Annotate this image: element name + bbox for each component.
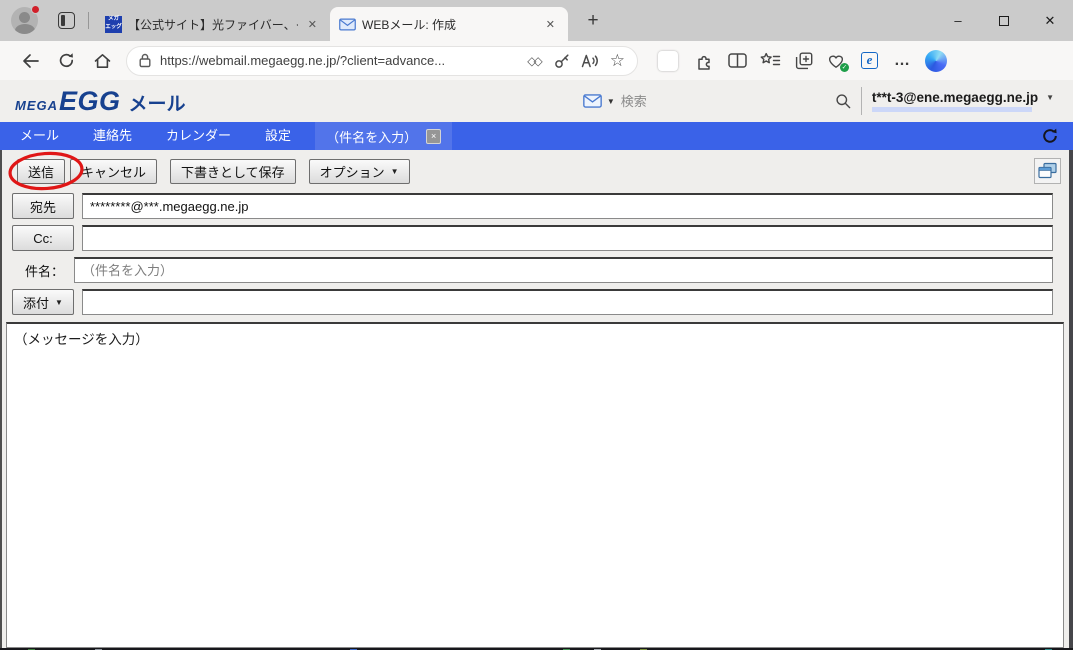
to-row: 宛先 xyxy=(12,193,1053,219)
minimize-button[interactable]: – xyxy=(935,0,981,41)
attach-caret-icon: ▼ xyxy=(55,298,63,307)
compose-tab-label: （件名を入力） xyxy=(326,127,417,146)
split-screen-icon[interactable] xyxy=(721,46,754,76)
tab-close-icon[interactable]: ✕ xyxy=(304,16,321,33)
settings-menu-icon[interactable]: … xyxy=(886,46,919,76)
search-magnifier-icon[interactable] xyxy=(835,93,851,109)
search-scope-envelope-icon[interactable] xyxy=(583,94,602,108)
read-aloud-icon[interactable] xyxy=(581,53,599,68)
search-scope-caret-icon[interactable]: ▼ xyxy=(607,97,615,106)
close-window-button[interactable]: ✕ xyxy=(1027,0,1073,41)
subject-label: 件名： xyxy=(12,261,74,280)
attach-input[interactable] xyxy=(82,289,1053,315)
browser-tab-megaegg-site[interactable]: メガエッグ 【公式サイト】光ファイバー、インターネッ ✕ xyxy=(96,7,330,41)
maximize-button[interactable] xyxy=(981,0,1027,41)
ie-mode-icon[interactable]: e xyxy=(853,46,886,76)
webmail-header: MEGA EGG メール ▼ t**t-3@ene.megaegg.ne.jp … xyxy=(0,80,1073,122)
compose-tab[interactable]: （件名を入力） × xyxy=(315,122,452,150)
compose-pane: 送信 キャンセル 下書きとして保存 オプション▼ 宛先 Cc: 件名： xyxy=(0,150,1073,648)
profile-avatar[interactable] xyxy=(11,7,38,34)
account-menu[interactable]: t**t-3@ene.megaegg.ne.jp ▼ xyxy=(872,90,1054,112)
new-tab-button[interactable]: + xyxy=(580,10,606,32)
message-body-textarea[interactable]: （メッセージを入力） xyxy=(6,322,1064,648)
refresh-button[interactable] xyxy=(48,46,84,76)
popout-windows-icon xyxy=(1037,162,1058,180)
cancel-button[interactable]: キャンセル xyxy=(70,159,157,184)
account-underline xyxy=(872,107,1032,112)
logo-mega-text: MEGA xyxy=(15,98,58,113)
collections-icon[interactable] xyxy=(787,46,820,76)
options-button[interactable]: オプション▼ xyxy=(309,159,410,184)
cc-button[interactable]: Cc: xyxy=(12,225,74,251)
url-text[interactable]: https://webmail.megaegg.ne.jp/?client=ad… xyxy=(160,53,516,68)
home-button[interactable] xyxy=(84,46,120,76)
tab-title: 【公式サイト】光ファイバー、インターネッ xyxy=(128,16,298,33)
save-draft-button[interactable]: 下書きとして保存 xyxy=(170,159,296,184)
extension-blank-icon[interactable] xyxy=(658,51,678,71)
send-button[interactable]: 送信 xyxy=(17,159,65,184)
logo-mail-text: メール xyxy=(129,89,186,116)
search-input[interactable] xyxy=(621,94,835,109)
header-divider xyxy=(861,87,862,115)
popout-window-button[interactable] xyxy=(1034,158,1061,184)
subject-input[interactable] xyxy=(74,257,1053,283)
account-caret-icon[interactable]: ▼ xyxy=(1046,93,1054,102)
browser-tab-webmail-compose[interactable]: WEBメール: 作成 ✕ xyxy=(330,7,568,41)
nav-settings[interactable]: 設定 xyxy=(251,122,305,150)
logo-egg-text: EGG xyxy=(59,86,121,117)
tabbar-separator xyxy=(88,12,89,29)
to-button[interactable]: 宛先 xyxy=(12,193,74,219)
browser-essentials-icon[interactable]: ✓ xyxy=(820,46,853,76)
cc-row: Cc: xyxy=(12,225,1053,251)
address-bar[interactable]: https://webmail.megaegg.ne.jp/?client=ad… xyxy=(126,46,638,76)
megaegg-logo: MEGA EGG メール xyxy=(15,86,186,117)
browser-toolbar: https://webmail.megaegg.ne.jp/?client=ad… xyxy=(0,41,1073,80)
window-controls: – ✕ xyxy=(935,0,1073,41)
favorites-list-icon[interactable] xyxy=(754,46,787,76)
essentials-check-icon: ✓ xyxy=(840,63,849,72)
compose-action-row: 送信 キャンセル 下書きとして保存 オプション▼ xyxy=(2,155,1069,187)
cc-input[interactable] xyxy=(82,225,1053,251)
account-email-text: t**t-3@ene.megaegg.ne.jp xyxy=(872,90,1038,105)
attach-row: 添付▼ xyxy=(12,289,1053,315)
back-button[interactable] xyxy=(12,46,48,76)
extensions-puzzle-icon[interactable] xyxy=(688,46,721,76)
maximize-icon xyxy=(999,16,1009,26)
tab-title: WEBメール: 作成 xyxy=(362,16,536,33)
tab-actions-icon[interactable] xyxy=(58,12,75,29)
envelope-favicon-icon xyxy=(339,18,356,31)
tab-close-icon[interactable]: ✕ xyxy=(542,16,559,33)
nav-calendar[interactable]: カレンダー xyxy=(152,122,245,150)
options-caret-icon: ▼ xyxy=(391,167,399,176)
webmail-refresh-button[interactable] xyxy=(1041,127,1059,145)
mail-search-box[interactable]: ▼ xyxy=(583,93,851,109)
password-key-icon[interactable] xyxy=(554,53,570,69)
subject-row: 件名： xyxy=(12,257,1053,283)
compose-tab-close-icon[interactable]: × xyxy=(426,129,441,144)
webmail-navbar: メール 連絡先 カレンダー 設定 （件名を入力） × xyxy=(0,122,1073,150)
to-input[interactable] xyxy=(82,193,1053,219)
browser-titlebar: メガエッグ 【公式サイト】光ファイバー、インターネッ ✕ WEBメール: 作成 … xyxy=(0,0,1073,41)
enhanced-security-icon[interactable]: ◇◇ xyxy=(527,54,542,68)
attach-button[interactable]: 添付▼ xyxy=(12,289,74,315)
lock-icon xyxy=(139,53,151,68)
nav-contacts[interactable]: 連絡先 xyxy=(79,122,146,150)
add-favorite-star-icon[interactable]: ☆ xyxy=(610,51,625,71)
nav-mail[interactable]: メール xyxy=(6,122,73,150)
megaegg-favicon-icon: メガエッグ xyxy=(105,16,122,33)
notification-dot-icon xyxy=(31,5,40,14)
copilot-icon[interactable] xyxy=(919,46,952,76)
